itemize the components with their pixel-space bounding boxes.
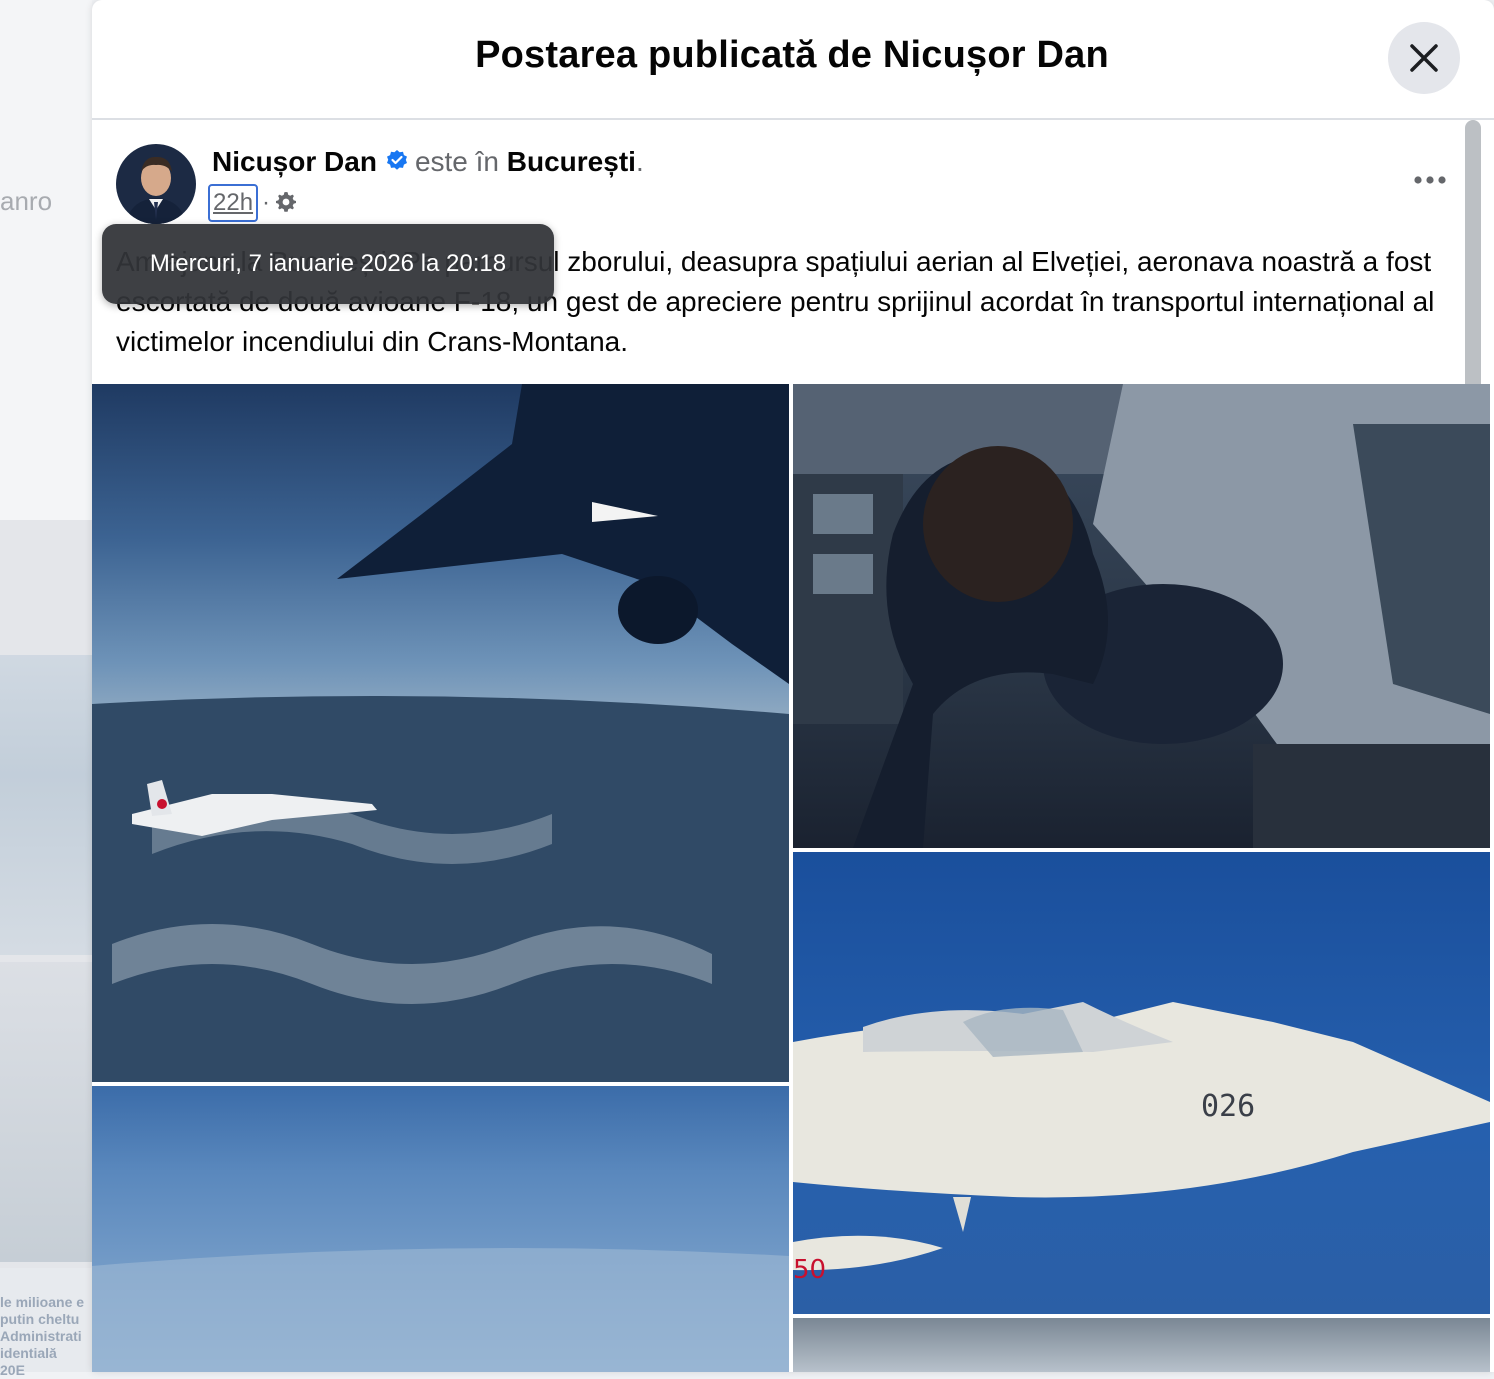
close-button[interactable] [1388, 22, 1460, 94]
gear-icon[interactable] [274, 190, 298, 214]
modal-header: Postarea publicată de Nicușor Dan [92, 0, 1494, 120]
background-photo [0, 962, 92, 1262]
timestamp-link[interactable]: 22h [208, 184, 259, 222]
close-icon [1410, 44, 1438, 72]
post-photo[interactable] [793, 384, 1490, 848]
location-link[interactable]: București [507, 146, 636, 177]
post-modal: Postarea publicată de Nicușor Dan Nicușo… [92, 0, 1494, 1372]
more-options-icon [1414, 176, 1446, 184]
background-caption: le milioane e putin cheltu Administrati … [0, 1294, 85, 1378]
post-photo[interactable] [92, 384, 789, 1082]
verified-badge-icon [386, 149, 407, 170]
timestamp-tooltip: Miercuri, 7 ianuarie 2026 la 20:18 [102, 224, 554, 304]
jet-number: 026 [1201, 1089, 1255, 1124]
more-options-button[interactable] [1410, 168, 1450, 192]
post-photo[interactable] [92, 1086, 789, 1372]
background-feed-strip [0, 0, 92, 520]
separator: · [262, 189, 271, 216]
background-photo [0, 655, 92, 955]
author-name[interactable]: Nicușor Dan [212, 146, 377, 177]
background-side-text: anro [0, 186, 53, 216]
modal-title: Postarea publicată de Nicușor Dan [475, 34, 1109, 76]
location-prefix: este în [414, 146, 499, 177]
post-meta: 22h · [208, 184, 298, 224]
post-header: Nicușor Dan este în București. [212, 146, 644, 178]
avatar[interactable] [116, 144, 196, 224]
post-photo[interactable]: 026 50 [793, 852, 1490, 1314]
tooltip-text: Miercuri, 7 ianuarie 2026 la 20:18 [149, 250, 507, 277]
post-photo[interactable] [793, 1318, 1490, 1372]
tank-number: 50 [793, 1255, 826, 1285]
location-suffix: . [635, 146, 644, 177]
